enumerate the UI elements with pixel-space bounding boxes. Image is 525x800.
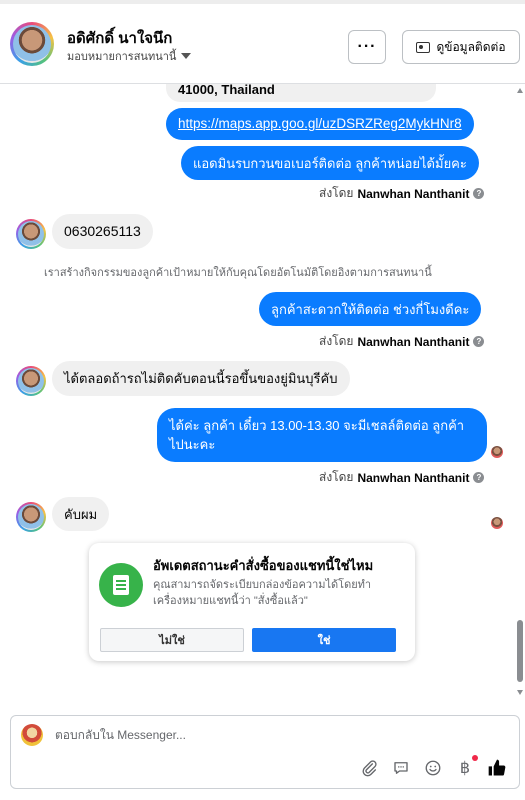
- contact-avatar-small[interactable]: [16, 502, 46, 532]
- sent-by-prefix: ส่งโดย: [319, 470, 354, 484]
- scroll-up-arrow-icon[interactable]: [517, 88, 523, 93]
- reply-composer: ฿: [10, 715, 520, 789]
- conversation-header: อดิศักดิ์ นาใจนึก มอบหมายการสนทนานี้ ···…: [0, 0, 525, 84]
- no-button[interactable]: ไม่ใช่: [100, 628, 244, 652]
- view-contact-info-label: ดูข้อมูลติดต่อ: [436, 39, 506, 54]
- help-icon[interactable]: ?: [473, 336, 485, 347]
- prompt-title: อัพเดตสถานะคำสั่งซื้อของแชทนี้ใช่ไหม: [153, 558, 374, 573]
- address-tail-text: 41000, Thailand: [178, 82, 275, 97]
- caret-down-icon: [181, 53, 192, 59]
- speech-bubble-icon[interactable]: [391, 758, 411, 778]
- smiley-icon[interactable]: [423, 758, 443, 778]
- more-options-button[interactable]: ···: [348, 30, 386, 64]
- incoming-phone-message: 0630265113: [52, 214, 153, 249]
- sent-by-line: ส่งโดย Nanwhan Nanthanit ?: [319, 184, 485, 203]
- sent-by-prefix: ส่งโดย: [319, 334, 354, 348]
- seen-receipt-avatar: [491, 517, 503, 529]
- incoming-message: คับผม: [52, 497, 110, 531]
- seen-receipt-avatar: [491, 446, 503, 458]
- view-contact-info-button[interactable]: ดูข้อมูลติดต่อ: [402, 30, 520, 64]
- order-status-prompt: อัพเดตสถานะคำสั่งซื้อของแชทนี้ใช่ไหม คุณ…: [89, 543, 415, 661]
- baht-icon[interactable]: ฿: [455, 755, 478, 778]
- reply-input[interactable]: [55, 728, 455, 742]
- sent-by-line: ส่งโดย Nanwhan Nanthanit ?: [319, 332, 485, 351]
- outgoing-message: ได้ค่ะ ลูกค้า เดี๋ยว 13.00-13.30 จะมีเชล…: [157, 408, 487, 462]
- prompt-body: คุณสามารถจัดระเบียบกล่องข้อความได้โดยทำเ…: [153, 579, 372, 607]
- contact-avatar-small[interactable]: [16, 219, 46, 249]
- composer-toolbar: ฿: [359, 755, 507, 778]
- assign-label: มอบหมายการสนทนานี้: [67, 51, 177, 63]
- incoming-message: ได้ตลอดถ้ารถไม่ติดคับตอนนี้รอขึ้นของยู่ม…: [52, 361, 350, 396]
- sent-by-prefix: ส่งโดย: [319, 186, 354, 200]
- sender-name: Nanwhan Nanthanit: [357, 470, 470, 485]
- receipt-icon: [99, 563, 143, 607]
- page-avatar: [21, 724, 43, 746]
- scroll-down-arrow-icon[interactable]: [517, 690, 523, 695]
- paperclip-icon[interactable]: [359, 758, 379, 778]
- scrollbar-thumb[interactable]: [517, 620, 523, 682]
- notification-dot: [472, 755, 478, 761]
- outgoing-message: แอดมินรบกวนขอเบอร์ติดต่อ ลูกค้าหน่อยได้ม…: [181, 146, 479, 180]
- thread-scrollbar[interactable]: [515, 84, 525, 702]
- outgoing-message: ลูกค้าสะดวกให้ติดต่อ ช่วงกี่โมงดีคะ: [259, 292, 482, 326]
- contact-avatar[interactable]: [10, 22, 54, 66]
- help-icon[interactable]: ?: [473, 188, 485, 199]
- assign-conversation-dropdown[interactable]: มอบหมายการสนทนานี้: [67, 47, 192, 65]
- contact-card-icon: [416, 41, 431, 53]
- outgoing-link-message[interactable]: https://maps.app.goo.gl/uzDSRZReg2MykHNr…: [166, 108, 474, 140]
- contact-avatar-small[interactable]: [16, 366, 46, 396]
- thumbs-up-icon[interactable]: [487, 758, 507, 778]
- help-icon[interactable]: ?: [473, 472, 485, 483]
- system-note: เราสร้างกิจกรรมของลูกค้าเป้าหมายให้กับคุ…: [44, 267, 432, 279]
- sender-name: Nanwhan Nanthanit: [357, 334, 470, 349]
- messenger-inbox-panel: อดิศักดิ์ นาใจนึก มอบหมายการสนทนานี้ ···…: [0, 0, 525, 800]
- sender-name: Nanwhan Nanthanit: [357, 186, 470, 201]
- sent-by-line: ส่งโดย Nanwhan Nanthanit ?: [319, 468, 485, 487]
- yes-button[interactable]: ใช่: [252, 628, 396, 652]
